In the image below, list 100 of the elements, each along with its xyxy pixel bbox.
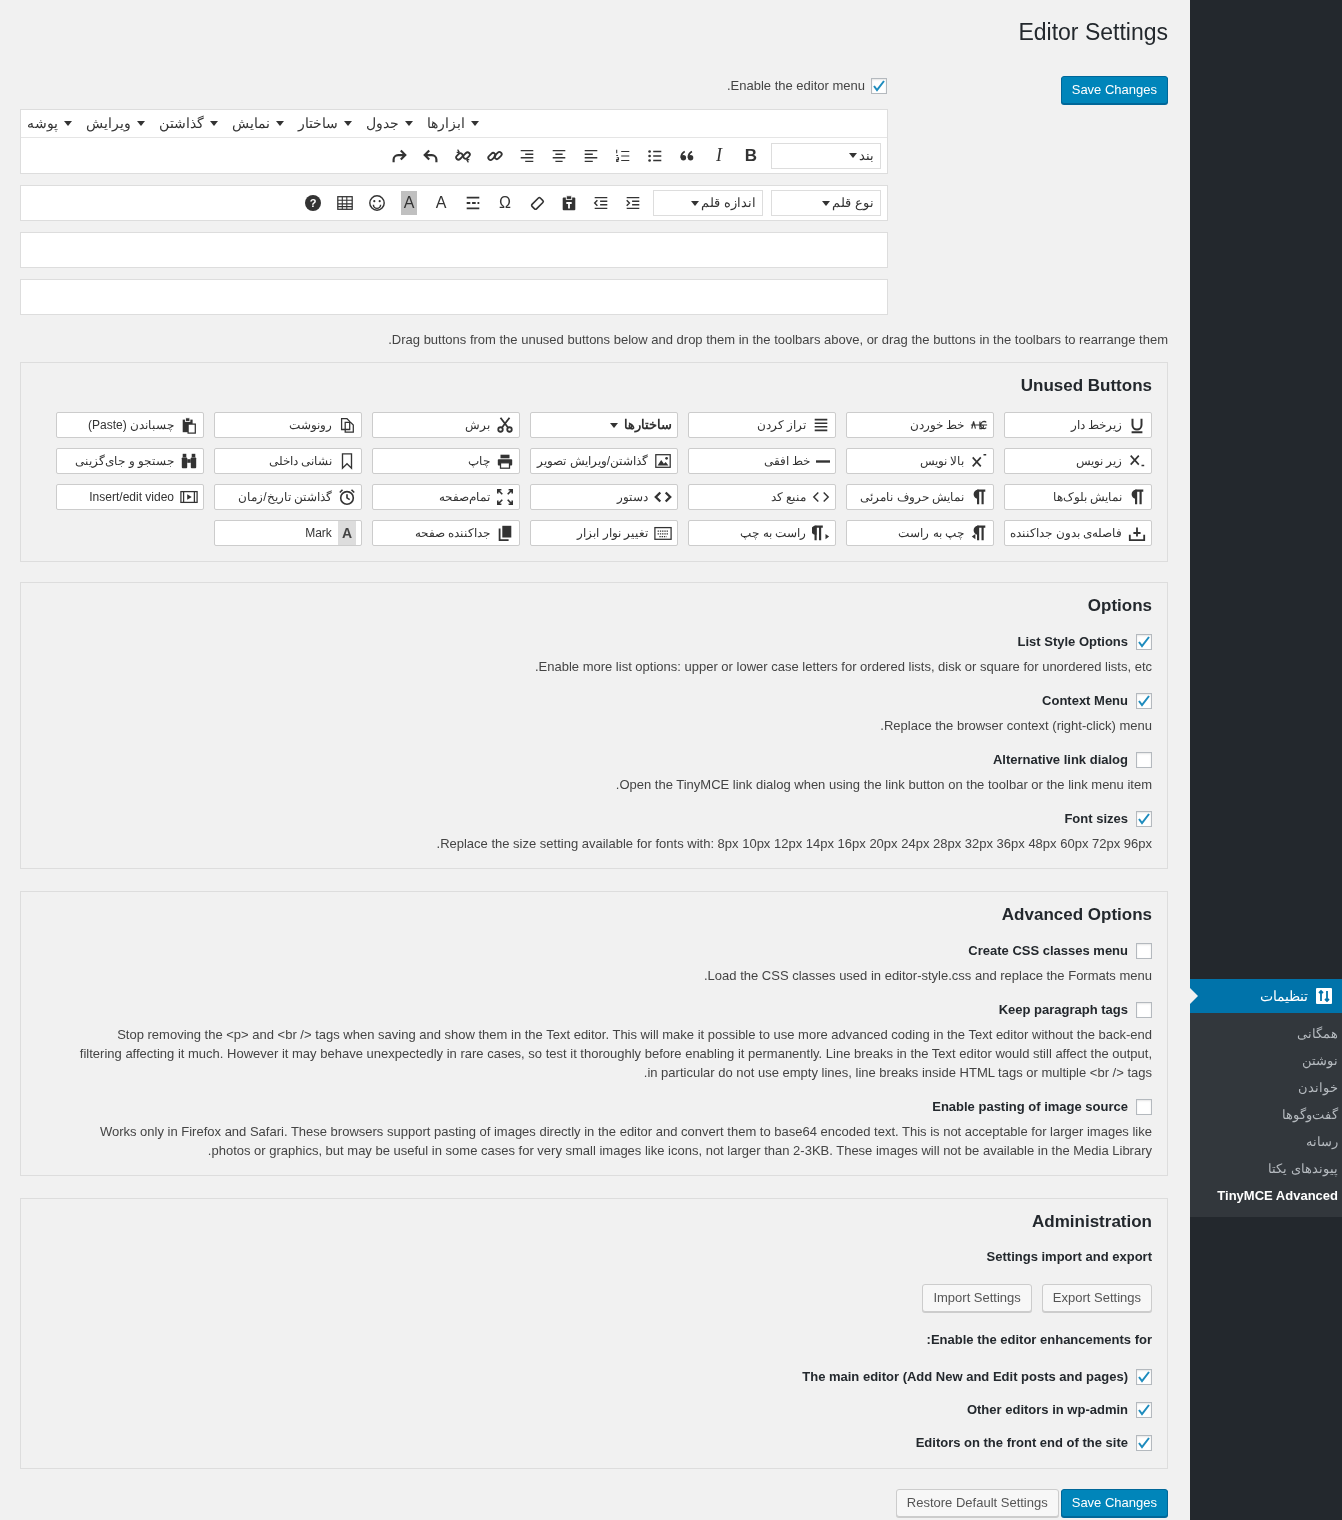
scissors-icon xyxy=(496,416,514,434)
editor-button-item[interactable]: زیرخط دار xyxy=(1004,412,1152,438)
menu-item[interactable]: جدول xyxy=(366,113,413,134)
editor-button-item[interactable]: دستور xyxy=(530,484,678,510)
caret-icon xyxy=(210,121,218,126)
menu-item[interactable]: پوشه xyxy=(27,113,72,134)
menu-item[interactable]: نمایش xyxy=(232,113,284,134)
letter-icon[interactable]: B xyxy=(744,142,758,169)
option-description: Works only in Firefox and Safari. These browsers support pasting of images directly in the editor and convert them to base64 encoded text. This is not acceptable for larger images like photos or graphics, but may be useful in some cases for very small images like icons, not larger than 2-3KB. These images will not be available in the Media Library. xyxy=(98,1123,1152,1160)
eraser-icon[interactable] xyxy=(528,194,546,212)
sidebar-item[interactable]: TinyMCE Advanced xyxy=(1190,1182,1342,1209)
panel-title: Unused Buttons xyxy=(1019,376,1152,396)
editor-button-item[interactable]: نشانی داخلی xyxy=(214,448,362,474)
editor-button-item[interactable]: گذاشتن تاریخ/زمان xyxy=(214,484,362,510)
editor-button-item[interactable]: خط خوردن xyxy=(846,412,994,438)
checkbox[interactable] xyxy=(1136,693,1152,709)
sidebar-item[interactable]: خواندن xyxy=(1190,1074,1342,1101)
option-label: Context Menu xyxy=(1042,692,1128,711)
option-label: Enable pasting of image source xyxy=(932,1098,1128,1117)
checkbox[interactable] xyxy=(1136,1402,1152,1418)
letter-icon[interactable]: A xyxy=(435,191,447,215)
right-to-left-icon xyxy=(812,524,830,542)
checkbox[interactable] xyxy=(1136,752,1152,768)
menu-item[interactable]: ابزارها xyxy=(427,113,479,134)
editor-button-item[interactable]: Mark A xyxy=(214,520,362,546)
editor-button-item[interactable]: Insert/edit video xyxy=(56,484,204,510)
table-icon[interactable] xyxy=(336,194,354,212)
checkbox[interactable] xyxy=(1136,943,1152,959)
menu-item[interactable]: گذاشتن xyxy=(159,113,218,134)
superscript-icon xyxy=(970,452,988,470)
menu-item[interactable]: ساختار xyxy=(298,113,352,134)
indent-icon[interactable] xyxy=(624,194,642,212)
caret-icon xyxy=(471,121,479,126)
checkbox[interactable] xyxy=(1136,1369,1152,1385)
checkbox[interactable] xyxy=(871,78,887,94)
film-icon xyxy=(180,488,198,506)
editor-button-item[interactable]: نمایش حروف نامرئی xyxy=(846,484,994,510)
sliders-icon xyxy=(1316,988,1332,1004)
editor-button-item[interactable]: رونوشت xyxy=(214,412,362,438)
editor-button-item[interactable]: منبع کد xyxy=(688,484,836,510)
caret-icon xyxy=(344,121,352,126)
editor-button-item[interactable]: فاصله‌ی بدون جداکننده xyxy=(1004,520,1152,546)
sidebar-item[interactable]: همگانی xyxy=(1190,1020,1342,1047)
editor-button-item[interactable]: خط افقی xyxy=(688,448,836,474)
checkbox[interactable] xyxy=(1136,634,1152,650)
sidebar-item[interactable]: نوشتن xyxy=(1190,1047,1342,1074)
editor-button-item[interactable]: ساختارها xyxy=(530,412,678,438)
left-to-right-icon xyxy=(970,524,988,542)
letter-icon[interactable]: Ω xyxy=(499,191,511,215)
caret-icon xyxy=(137,121,145,126)
editor-button-item[interactable]: تراز کردن xyxy=(688,412,836,438)
option-label: Editors on the front end of the site xyxy=(915,1434,1128,1453)
editor-button-item[interactable]: چاپ xyxy=(372,448,520,474)
checkbox[interactable] xyxy=(1136,1002,1152,1018)
letter-icon[interactable]: ? xyxy=(305,195,321,211)
panel-title: Administration xyxy=(1031,1212,1152,1232)
checkbox[interactable] xyxy=(1136,811,1152,827)
editor-button-item[interactable]: نمایش بلوک‌ها xyxy=(1004,484,1152,510)
menu-pointer xyxy=(1190,988,1198,1004)
panel-title: Options xyxy=(1086,596,1152,616)
menu-item[interactable]: ویرایش xyxy=(86,113,145,134)
editor-button-item[interactable]: برش xyxy=(372,412,520,438)
dropdown-field[interactable]: اندازه قلم xyxy=(653,190,763,216)
editor-button-item[interactable]: راست به چپ xyxy=(688,520,836,546)
option-label: List Style Options xyxy=(1017,633,1128,652)
settings-button[interactable]: Import Settings xyxy=(922,1283,1032,1312)
checkbox[interactable] xyxy=(1136,1099,1152,1115)
editor-button-item[interactable]: جداکننده صفحه xyxy=(372,520,520,546)
caret-icon xyxy=(849,153,857,158)
horizontal-lines-icon[interactable] xyxy=(464,194,482,212)
sidebar-menu-item[interactable]: تنظیمات xyxy=(1190,979,1342,1013)
caret-icon xyxy=(610,422,618,428)
sidebar-item[interactable]: پیوندهای یکتا xyxy=(1190,1155,1342,1182)
sidebar-item[interactable]: گفت‌وگوها xyxy=(1190,1101,1342,1128)
letter-icon[interactable]: A xyxy=(400,191,418,215)
dropdown-field[interactable]: نوع قلم xyxy=(771,190,881,216)
sidebar-item[interactable]: رسانه xyxy=(1190,1128,1342,1155)
save-button[interactable]: Save Changes xyxy=(1060,76,1168,104)
caret-icon xyxy=(691,200,700,206)
editor-button-item[interactable]: تغییر نوار ابزار xyxy=(530,520,678,546)
restore-defaults-button[interactable]: Restore Default Settings xyxy=(895,1489,1059,1517)
option-description: Stop removing the <p> and <br /> tags when saving and show them in the Text editor. This will make it possible to use more advanced coding in the Text editor without the back-end filtering affecting it much. However it may behave unexpectedly in rare cases, so test it thoroughly before enabling it permanently. Line breaks in the Text editor would still affect the output, in particular do not use empty lines, line breaks inside HTML tags or multiple <br /> tags. xyxy=(78,1026,1152,1082)
editor-button-item[interactable]: چپ به راست xyxy=(846,520,994,546)
editor-button-item[interactable]: بالا نویس xyxy=(846,448,994,474)
settings-button[interactable]: Export Settings xyxy=(1041,1283,1152,1312)
image-icon xyxy=(654,452,672,470)
editor-button-item[interactable]: چسباندن (Paste) xyxy=(56,412,204,438)
checkbox[interactable] xyxy=(1136,1435,1152,1451)
outdent-icon[interactable] xyxy=(592,194,610,212)
justify-icon xyxy=(812,416,830,434)
clipboard-icon[interactable] xyxy=(560,194,578,212)
dropdown-field[interactable]: بند xyxy=(771,142,881,169)
smiley-icon[interactable] xyxy=(368,194,386,212)
caret-icon xyxy=(276,121,284,126)
editor-button-item[interactable]: گذاشتن/ویرایش تصویر xyxy=(530,448,678,474)
letter-icon[interactable]: I xyxy=(716,142,722,169)
editor-button-item[interactable]: جستجو و جای‌گزینی xyxy=(56,448,204,474)
editor-button-item[interactable]: تمام‌صفحه xyxy=(372,484,520,510)
save-button[interactable]: Save Changes xyxy=(1060,1489,1168,1517)
editor-button-item[interactable]: زیر نویس xyxy=(1004,448,1152,474)
